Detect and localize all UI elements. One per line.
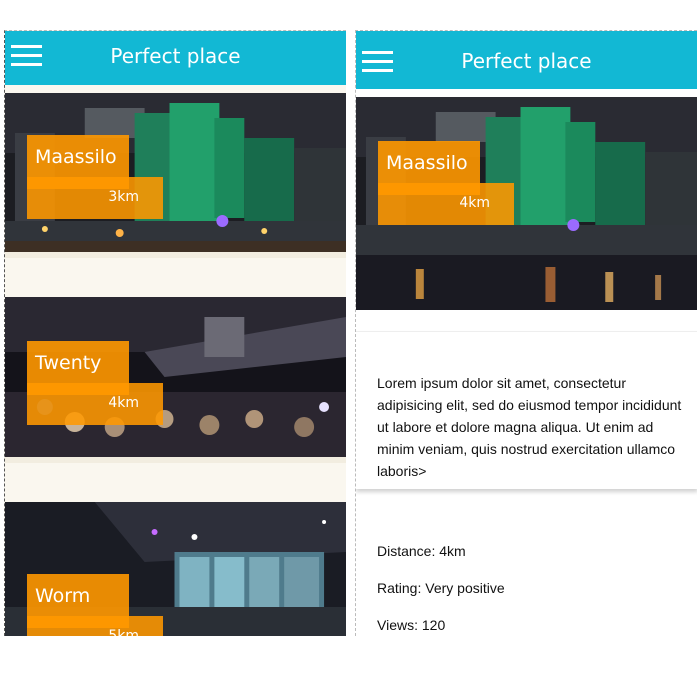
distance-stat: Distance: 4km bbox=[377, 543, 466, 559]
rating-stat: Rating: Very positive bbox=[377, 580, 505, 596]
app-bar: Perfect place bbox=[356, 31, 697, 89]
place-card-twenty[interactable]: Twenty 4km bbox=[5, 297, 346, 457]
place-hero: Maassilo 4km bbox=[356, 97, 697, 310]
place-distance-label: 5km bbox=[27, 616, 163, 636]
place-distance-label: 4km bbox=[27, 383, 163, 425]
place-card-worm[interactable]: Worm 5km bbox=[5, 502, 346, 636]
place-distance-label: 3km bbox=[27, 177, 163, 219]
place-distance-label: 4km bbox=[378, 183, 514, 225]
app-bar: Perfect place bbox=[5, 31, 346, 85]
divider bbox=[5, 457, 346, 463]
divider bbox=[5, 252, 346, 258]
place-stats: Distance: 4km Rating: Very positive View… bbox=[377, 543, 505, 636]
app-title: Perfect place bbox=[110, 44, 241, 68]
place-card-maassilo[interactable]: Maassilo 3km bbox=[5, 93, 346, 252]
place-list-screen: Perfect place Maassilo 3km Twenty 4km Wo… bbox=[4, 30, 346, 636]
app-title: Perfect place bbox=[461, 49, 592, 73]
place-detail-screen: Perfect place Maassilo 4km Lorem ipsum d… bbox=[355, 30, 697, 636]
description-card: Lorem ipsum dolor sit amet, consectetur … bbox=[356, 331, 697, 489]
place-description: Lorem ipsum dolor sit amet, consectetur … bbox=[377, 375, 682, 479]
views-stat: Views: 120 bbox=[377, 617, 446, 633]
